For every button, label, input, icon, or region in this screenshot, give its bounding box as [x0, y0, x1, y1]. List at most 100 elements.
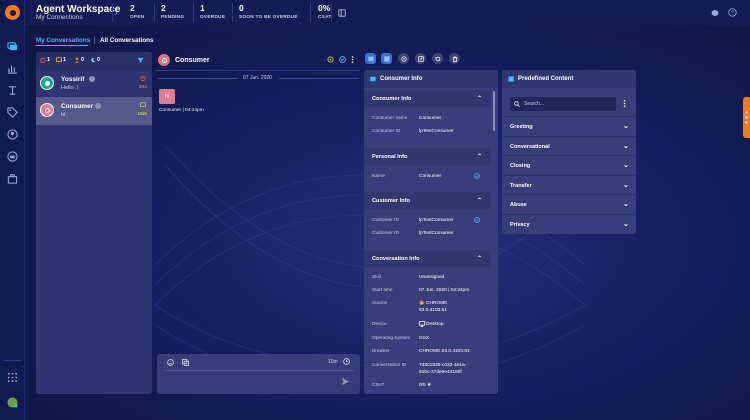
section-consumer-info[interactable]: Consumer Info ⌃ — [364, 90, 490, 107]
conversation-time: 10m — [137, 112, 147, 117]
app-logo — [5, 5, 20, 20]
filter-icon[interactable] — [137, 57, 144, 66]
tab-my-conversations[interactable]: My Conversations — [36, 37, 90, 44]
desktop-icon — [419, 321, 425, 329]
consumer-info-panel: Consumer Info Consumer Info ⌃ Consumer n… — [364, 70, 498, 394]
chevron-up-icon[interactable]: ⌃ — [477, 95, 482, 102]
field-value: 07 Jun. 2020 | 04:24pm — [419, 288, 470, 293]
avatar — [40, 103, 54, 117]
edit-note-icon[interactable] — [415, 53, 426, 64]
help-icon[interactable]: ? — [727, 7, 738, 18]
predefined-content-widget-button[interactable] — [381, 53, 392, 64]
field-value: 7d801839-c032-4e1a- — [419, 363, 467, 368]
section-customer-info[interactable]: Customer Info ⌃ — [364, 192, 490, 209]
consumer-info-widget-button[interactable] — [365, 53, 376, 64]
stat-soon-overdue: 0 SOON TO BE OVERDUE — [239, 3, 298, 20]
conversation-preview: hi — [61, 112, 66, 118]
field-value: Consumer — [419, 174, 442, 179]
field-value: Desktop — [426, 322, 444, 327]
conversations-nav-icon[interactable] — [4, 38, 21, 55]
header-divider — [112, 3, 113, 22]
field-label: Name — [372, 174, 385, 179]
chrome-icon — [419, 300, 424, 307]
verified-icon — [474, 217, 480, 225]
moon-icon — [91, 57, 96, 63]
category-abuse[interactable]: Abuse ⌄ — [502, 194, 636, 214]
conversation-filters: 1 1 0 0 — [36, 52, 152, 70]
tags-nav-icon[interactable] — [6, 106, 19, 119]
trash-icon[interactable] — [449, 53, 460, 64]
users-nav-icon[interactable] — [6, 128, 19, 141]
left-nav-rail — [0, 0, 25, 420]
filter-alarm[interactable]: 1 — [40, 57, 50, 63]
chevron-down-icon[interactable]: ⌄ — [623, 122, 629, 130]
side-drawer-handle[interactable] — [743, 97, 750, 138]
section-personal-info[interactable]: Personal Info ⌃ — [364, 148, 490, 165]
stat-divider — [154, 3, 155, 22]
bots-nav-icon[interactable] — [6, 150, 19, 163]
send-icon[interactable] — [341, 377, 350, 388]
chevron-up-icon[interactable]: ⌃ — [477, 197, 482, 204]
more-options-icon[interactable] — [351, 55, 354, 66]
agent-avatar-icon[interactable] — [6, 396, 19, 409]
search-input[interactable]: Search... — [510, 97, 616, 111]
filter-messages[interactable]: 1 — [56, 57, 66, 63]
chevron-down-icon[interactable]: ⌄ — [623, 220, 629, 228]
category-closing[interactable]: Closing ⌄ — [502, 155, 636, 175]
analytics-nav-icon[interactable] — [6, 62, 19, 75]
chevron-down-icon[interactable]: ⌄ — [623, 200, 629, 208]
panel-scrollbar[interactable] — [493, 91, 495, 131]
verified-icon — [474, 173, 480, 181]
ok-circle-icon[interactable] — [327, 56, 334, 65]
section-conversation-info[interactable]: Conversation Info ⌃ — [364, 250, 490, 267]
workspace-subtitle[interactable]: My Connections — [36, 14, 83, 21]
filter-away[interactable]: 0 — [90, 57, 100, 63]
field-label: Customer ID — [372, 231, 399, 236]
campaigns-nav-icon[interactable] — [6, 172, 19, 185]
chevron-up-icon[interactable]: ⌃ — [477, 255, 482, 262]
active-tab-indicator — [36, 45, 88, 46]
field-value: lpTestConsumer — [419, 129, 454, 134]
field-value: Consumer — [419, 116, 442, 121]
attachment-icon[interactable] — [182, 359, 189, 368]
collapse-panel-icon[interactable] — [336, 7, 347, 18]
emoji-icon[interactable] — [167, 359, 174, 368]
field-value: 0/5 ★ — [419, 383, 432, 388]
chat-icon — [56, 57, 62, 62]
chevron-up-icon[interactable]: ⌃ — [477, 153, 482, 160]
filter-assigned[interactable]: 0 — [74, 57, 84, 63]
svg-text:?: ? — [731, 10, 734, 16]
chevron-right-icon[interactable]: › — [115, 8, 118, 17]
chevron-down-icon[interactable]: ⌄ — [623, 142, 629, 150]
history-icon[interactable] — [432, 53, 443, 64]
status-dot — [89, 76, 95, 82]
category-privacy[interactable]: Privacy ⌄ — [502, 214, 636, 234]
more-options-icon[interactable] — [623, 99, 626, 110]
routing-nav-icon[interactable] — [6, 84, 19, 97]
cube-icon[interactable] — [709, 7, 720, 18]
category-greeting[interactable]: Greeting ⌄ — [502, 116, 636, 136]
tab-all-conversations[interactable]: All Conversations — [100, 37, 154, 44]
field-label: Browser — [372, 349, 390, 354]
apps-grid-icon[interactable] — [6, 371, 19, 384]
date-divider — [279, 78, 359, 79]
conversation-item-consumer[interactable]: Consumer hi 10m — [36, 97, 152, 125]
resolve-check-icon[interactable] — [339, 56, 346, 65]
field-label: Customer ID — [372, 218, 399, 223]
category-transfer[interactable]: Transfer ⌄ — [502, 175, 636, 195]
field-label: Source — [372, 301, 388, 306]
chevron-down-icon[interactable]: ⌄ — [623, 161, 629, 169]
category-conversational[interactable]: Conversational ⌄ — [502, 136, 636, 156]
field-label: CSAT — [372, 383, 385, 388]
field-value: OSX — [419, 336, 430, 341]
chevron-down-icon[interactable]: ⌄ — [623, 181, 629, 189]
conversation-preview: Hello :) — [61, 85, 79, 91]
compass-icon[interactable] — [398, 53, 409, 64]
rail-divider — [4, 360, 21, 361]
field-label: Conversation ID — [372, 363, 407, 368]
message-composer[interactable]: 10m — [157, 354, 360, 394]
field-label: Start time — [372, 288, 393, 293]
field-value: Unassigned — [419, 275, 445, 280]
person-icon — [74, 57, 80, 63]
conversation-item-yossirif[interactable]: Yossirif Hello :) 24s — [36, 70, 152, 98]
